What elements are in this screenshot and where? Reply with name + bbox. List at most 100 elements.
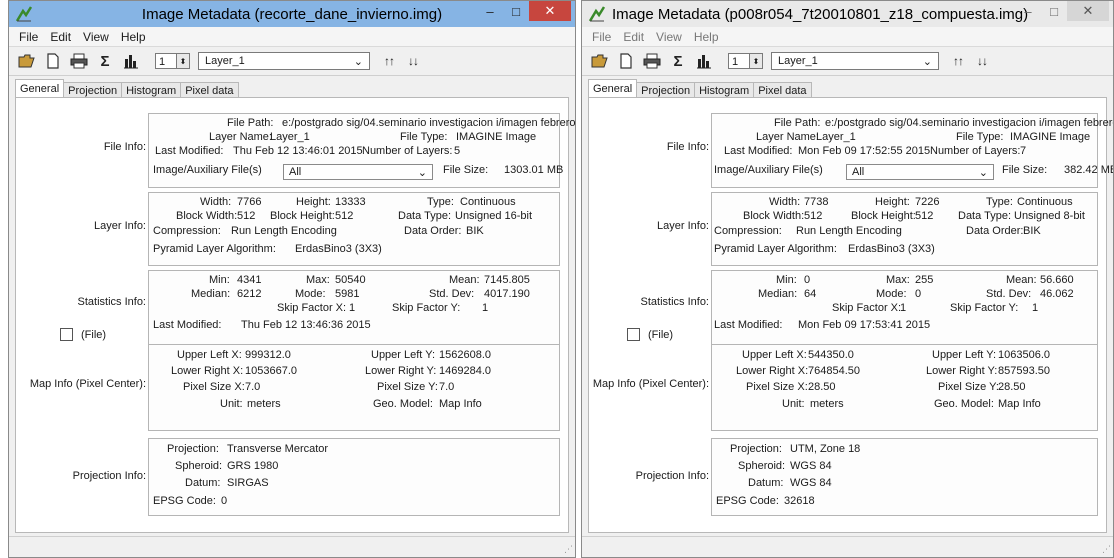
skip-x-value: 1 [900, 302, 907, 314]
stats-last-modified-label: Last Modified: [714, 319, 783, 331]
statistics-info-label: Statistics Info: [77, 296, 146, 308]
close-button[interactable]: ✕ [529, 1, 571, 21]
data-order-value: BIK [466, 225, 484, 237]
histogram-icon[interactable] [121, 51, 141, 71]
width-label: Width: [200, 196, 232, 208]
open-folder-icon[interactable] [17, 51, 37, 71]
chevron-down-icon: ⌄ [353, 55, 363, 68]
menu-bar: File Edit View Help [582, 27, 1113, 47]
layer-number-value[interactable]: 1 [728, 53, 750, 69]
width-label: Width: [769, 196, 801, 208]
stats-last-modified-value: Thu Feb 12 13:46:36 2015 [241, 319, 371, 331]
file-checkbox-row[interactable]: (File) [627, 328, 673, 341]
sort-ascending-icon[interactable]: ↑↑ [384, 54, 395, 68]
sort-descending-icon[interactable]: ↓↓ [977, 54, 988, 68]
file-path-value: e:/postgrado sig/04.seminario investigac… [825, 117, 1113, 129]
menu-view[interactable]: View [77, 30, 115, 44]
pyramid-label: Pyramid Layer Algorithm: [714, 243, 837, 255]
histogram-icon[interactable] [694, 51, 714, 71]
median-value: 64 [804, 288, 817, 300]
statistics-info-label: Statistics Info: [640, 296, 709, 308]
last-modified-value: Thu Feb 12 13:46:01 2015 [233, 145, 363, 157]
statistics-info-box: Min: 0 Max: 255 Mean: 56.660 Median: 64 … [711, 270, 1098, 346]
sort-ascending-icon[interactable]: ↑↑ [953, 54, 964, 68]
stepper-arrows-icon[interactable]: ⬍ [177, 53, 190, 69]
file-checkbox-label: (File) [648, 328, 674, 341]
pyramid-value: ErdasBino3 (3X3) [848, 243, 935, 255]
std-dev-value: 4017.190 [484, 288, 530, 300]
geo-model-label: Geo. Model: [373, 398, 433, 410]
map-info-box: Upper Left X: 999312.0 Upper Left Y: 156… [148, 344, 560, 431]
tab-general[interactable]: General [15, 79, 65, 99]
block-width-label: Block Width: [176, 210, 238, 222]
layer-name-value: Layer_1 [816, 131, 856, 143]
pixel-size-x-value: 28.50 [808, 381, 836, 393]
block-width-value: 512 [237, 210, 256, 222]
projection-value: UTM, Zone 18 [790, 443, 861, 455]
general-panel: File Info: File Path: e:/postgrado sig/0… [15, 97, 575, 533]
upper-left-y-value: 1063506.0 [998, 349, 1050, 361]
file-info-label: File Info: [666, 141, 709, 153]
file-checkbox[interactable] [60, 328, 73, 341]
minimize-button[interactable]: – [477, 1, 503, 21]
sort-descending-icon[interactable]: ↓↓ [408, 54, 419, 68]
menu-file[interactable]: File [586, 30, 617, 44]
upper-left-x-label: Upper Left X: [177, 349, 242, 361]
layer-info-label: Layer Info: [94, 220, 146, 232]
menu-file[interactable]: File [13, 30, 44, 44]
skip-y-label: Skip Factor Y: [950, 302, 1019, 314]
layer-number-stepper[interactable]: 1 ⬍ [155, 53, 190, 69]
menu-help[interactable]: Help [688, 30, 725, 44]
print-icon[interactable] [69, 51, 89, 71]
layer-number-stepper[interactable]: 1 ⬍ [728, 53, 763, 69]
menu-help[interactable]: Help [115, 30, 152, 44]
width-value: 7738 [804, 196, 829, 208]
menu-view[interactable]: View [650, 30, 688, 44]
layer-number-value[interactable]: 1 [155, 53, 177, 69]
open-folder-icon[interactable] [590, 51, 610, 71]
data-type-value: Unsigned 8-bit [1014, 210, 1085, 222]
stepper-arrows-icon[interactable]: ⬍ [750, 53, 763, 69]
new-document-icon[interactable] [616, 51, 636, 71]
maximize-button[interactable]: □ [1041, 1, 1067, 21]
block-height-label: Block Height: [851, 210, 916, 222]
pixel-size-y-value: 28.50 [998, 381, 1026, 393]
skip-y-value: 1 [1032, 302, 1039, 314]
max-label: Max: [306, 274, 330, 286]
print-icon[interactable] [642, 51, 662, 71]
tab-general[interactable]: General [588, 79, 638, 99]
aux-files-label: Image/Auxiliary File(s) [153, 164, 262, 176]
num-layers-label: Number of Layers: [362, 145, 453, 157]
layer-select[interactable]: Layer_1 ⌄ [771, 52, 939, 70]
title-bar[interactable]: Image Metadata (p008r054_7t20010801_z18_… [582, 1, 1113, 27]
menu-edit[interactable]: Edit [44, 30, 77, 44]
map-info-label: Map Info (Pixel Center): [592, 378, 709, 390]
title-bar[interactable]: Image Metadata (recorte_dane_invierno.im… [9, 1, 575, 27]
aux-files-select[interactable]: All ⌄ [846, 164, 994, 180]
layer-select[interactable]: Layer_1 ⌄ [198, 52, 370, 70]
new-document-icon[interactable] [43, 51, 63, 71]
minimize-button[interactable]: – [1015, 1, 1041, 21]
data-type-label: Data Type: [398, 210, 451, 222]
menu-edit[interactable]: Edit [617, 30, 650, 44]
sigma-icon[interactable]: Σ [95, 51, 115, 71]
general-panel: File Info: File Path: e:/postgrado sig/0… [588, 97, 1113, 533]
resize-grip-icon[interactable]: ⋰ [564, 544, 573, 555]
lower-right-x-value: 1053667.0 [245, 365, 297, 377]
toolbar: Σ 1 ⬍ Layer_1 ⌄ ↑↑ ↓↓ [9, 47, 575, 76]
file-info-section: File Info: File Path: e:/postgrado sig/0… [16, 113, 575, 188]
skip-y-label: Skip Factor Y: [392, 302, 461, 314]
epsg-label: EPSG Code: [153, 495, 216, 507]
file-checkbox[interactable] [627, 328, 640, 341]
upper-left-y-label: Upper Left Y: [932, 349, 997, 361]
datum-value: SIRGAS [227, 477, 269, 489]
projection-info-label: Projection Info: [635, 470, 709, 482]
sigma-icon[interactable]: Σ [668, 51, 688, 71]
status-bar: ⋰ [582, 536, 1113, 557]
maximize-button[interactable]: □ [503, 1, 529, 21]
file-checkbox-row[interactable]: (File) [60, 328, 106, 341]
aux-files-select[interactable]: All ⌄ [283, 164, 433, 180]
mode-value: 5981 [335, 288, 360, 300]
close-button[interactable]: ✕ [1067, 1, 1109, 21]
resize-grip-icon[interactable]: ⋰ [1102, 544, 1111, 555]
